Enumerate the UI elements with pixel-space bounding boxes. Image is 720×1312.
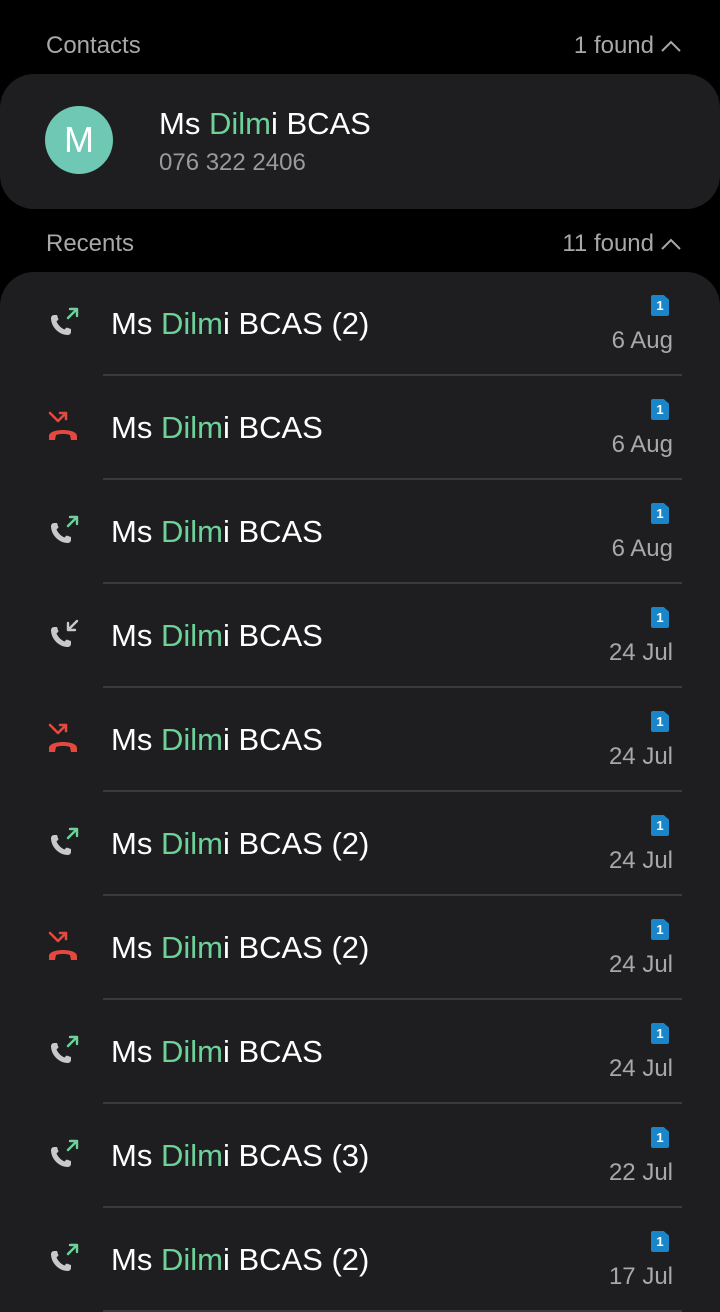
call-log-name: Ms Dilmi BCAS (2) <box>111 1242 369 1278</box>
call-log-row[interactable]: Ms Dilmi BCAS 1 24 Jul <box>0 584 720 688</box>
call-log-name: Ms Dilmi BCAS <box>111 514 323 550</box>
avatar: M <box>45 106 113 174</box>
name-match: Dilm <box>160 306 223 341</box>
name-suffix: i BCAS (2) <box>222 930 370 965</box>
outgoing-call-icon <box>51 307 79 335</box>
sim-1-icon: 1 <box>651 295 669 316</box>
name-match: Dilm <box>160 1138 223 1173</box>
call-log-row[interactable]: Ms Dilmi BCAS (2) 1 24 Jul <box>0 896 720 1000</box>
call-log-row[interactable]: Ms Dilmi BCAS (2) 1 6 Aug <box>0 272 720 376</box>
recents-header: Recents 11 found <box>0 224 720 264</box>
contacts-found-count: 1 found <box>573 32 654 59</box>
outgoing-call-icon <box>51 827 79 855</box>
contact-name-suffix: i BCAS <box>270 106 371 141</box>
contact-number: 076 322 2406 <box>159 149 306 176</box>
sim-1-icon: 1 <box>651 815 669 836</box>
contact-result[interactable]: M Ms Dilmi BCAS 076 322 2406 <box>0 74 720 209</box>
name-suffix: i BCAS <box>222 618 323 653</box>
name-match: Dilm <box>160 618 223 653</box>
call-log-name: Ms Dilmi BCAS <box>111 410 323 446</box>
name-match: Dilm <box>160 410 223 445</box>
name-prefix: Ms <box>111 618 161 653</box>
name-suffix: i BCAS <box>222 722 323 757</box>
name-match: Dilm <box>160 1242 223 1277</box>
sim-1-icon: 1 <box>651 1023 669 1044</box>
recents-found-toggle[interactable]: 11 found <box>562 230 682 258</box>
sim-1-icon: 1 <box>651 607 669 628</box>
call-log-row[interactable]: Ms Dilmi BCAS 1 24 Jul <box>0 688 720 792</box>
name-prefix: Ms <box>111 514 161 549</box>
call-log-date: 24 Jul <box>608 743 673 770</box>
name-match: Dilm <box>160 1034 223 1069</box>
outgoing-call-icon <box>51 1035 79 1063</box>
name-prefix: Ms <box>111 1034 161 1069</box>
sim-1-icon: 1 <box>651 1231 669 1252</box>
call-log-name: Ms Dilmi BCAS <box>111 618 323 654</box>
contact-name-prefix: Ms <box>159 106 209 141</box>
recents-title: Recents <box>46 230 135 257</box>
call-log-date: 6 Aug <box>611 327 673 354</box>
call-log-date: 6 Aug <box>611 431 673 458</box>
call-log-name: Ms Dilmi BCAS (2) <box>111 306 369 342</box>
name-suffix: i BCAS (3) <box>222 1138 370 1173</box>
call-log-name: Ms Dilmi BCAS <box>111 1034 323 1070</box>
sim-1-icon: 1 <box>651 711 669 732</box>
call-log-name: Ms Dilmi BCAS (2) <box>111 826 369 862</box>
name-suffix: i BCAS (2) <box>222 1242 370 1277</box>
outgoing-call-icon <box>51 1243 79 1271</box>
name-suffix: i BCAS (2) <box>222 826 370 861</box>
call-log-date: 24 Jul <box>608 1055 673 1082</box>
contact-name: Ms Dilmi BCAS <box>159 106 371 142</box>
call-log-name: Ms Dilmi BCAS (2) <box>111 930 369 966</box>
chevron-up-icon <box>661 238 681 250</box>
name-prefix: Ms <box>111 1138 161 1173</box>
sim-1-icon: 1 <box>651 1127 669 1148</box>
name-suffix: i BCAS <box>222 410 323 445</box>
name-match: Dilm <box>160 930 223 965</box>
call-log-date: 24 Jul <box>608 847 673 874</box>
name-prefix: Ms <box>111 722 161 757</box>
call-log-date: 22 Jul <box>608 1159 673 1186</box>
name-prefix: Ms <box>111 306 161 341</box>
call-log-row[interactable]: Ms Dilmi BCAS (2) 1 17 Jul <box>0 1208 720 1312</box>
chevron-up-icon <box>661 40 681 52</box>
sim-1-icon: 1 <box>651 399 669 420</box>
name-suffix: i BCAS <box>222 514 323 549</box>
call-log-name: Ms Dilmi BCAS <box>111 722 323 758</box>
call-log-row[interactable]: Ms Dilmi BCAS 1 6 Aug <box>0 376 720 480</box>
sim-1-icon: 1 <box>651 919 669 940</box>
name-suffix: i BCAS <box>222 1034 323 1069</box>
outgoing-call-icon <box>51 515 79 543</box>
contact-name-match: Dilm <box>208 106 271 141</box>
name-prefix: Ms <box>111 1242 161 1277</box>
outgoing-call-icon <box>51 1139 79 1167</box>
missed-call-icon <box>48 411 77 440</box>
sim-1-icon: 1 <box>651 503 669 524</box>
name-match: Dilm <box>160 722 223 757</box>
recents-list: Ms Dilmi BCAS (2) 1 6 Aug Ms Dilmi BCAS 1 6 A… <box>0 272 720 1312</box>
call-log-date: 24 Jul <box>608 951 673 978</box>
contacts-header: Contacts 1 found <box>0 26 720 66</box>
name-prefix: Ms <box>111 410 161 445</box>
call-log-row[interactable]: Ms Dilmi BCAS (3) 1 22 Jul <box>0 1104 720 1208</box>
name-prefix: Ms <box>111 930 161 965</box>
incoming-call-icon <box>51 619 79 647</box>
call-log-date: 6 Aug <box>611 535 673 562</box>
call-log-row[interactable]: Ms Dilmi BCAS 1 24 Jul <box>0 1000 720 1104</box>
call-log-date: 24 Jul <box>608 639 673 666</box>
recents-found-count: 11 found <box>562 230 654 257</box>
contacts-title: Contacts <box>46 32 141 59</box>
call-log-date: 17 Jul <box>608 1263 673 1290</box>
call-log-row[interactable]: Ms Dilmi BCAS (2) 1 24 Jul <box>0 792 720 896</box>
call-log-name: Ms Dilmi BCAS (3) <box>111 1138 369 1174</box>
contacts-found-toggle[interactable]: 1 found <box>574 32 682 60</box>
name-suffix: i BCAS (2) <box>222 306 370 341</box>
name-match: Dilm <box>160 514 223 549</box>
missed-call-icon <box>48 723 77 752</box>
call-log-row[interactable]: Ms Dilmi BCAS 1 6 Aug <box>0 480 720 584</box>
name-match: Dilm <box>160 826 223 861</box>
name-prefix: Ms <box>111 826 161 861</box>
missed-call-icon <box>48 931 77 960</box>
